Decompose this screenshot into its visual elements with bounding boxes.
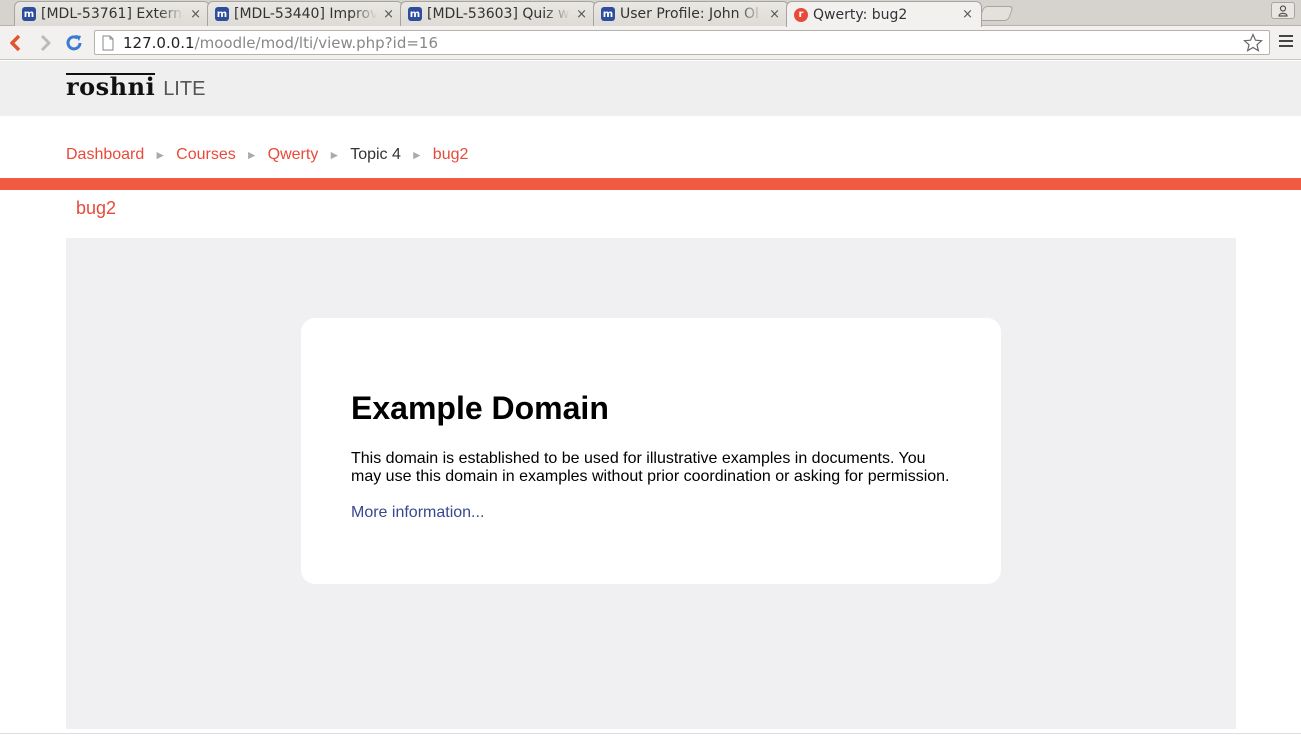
new-tab-button[interactable] (978, 6, 1014, 21)
moodle-tracker-icon: m (408, 7, 422, 21)
lti-content-frame[interactable]: Example Domain This domain is establishe… (66, 238, 1236, 729)
browser-tab[interactable]: m [MDL-53440] Improve × (207, 1, 403, 26)
more-information-link[interactable]: More information... (351, 504, 484, 521)
site-header: roshni LITE (0, 61, 1301, 116)
browser-tab-active[interactable]: r Qwerty: bug2 × (786, 1, 982, 27)
browser-toolbar: 127.0.0.1/moodle/mod/lti/view.php?id=16 (0, 26, 1301, 60)
brand-suffix: LITE (163, 78, 206, 100)
browser-tab[interactable]: m [MDL-53761] External tool × (14, 1, 210, 26)
back-button[interactable] (5, 32, 27, 54)
example-heading: Example Domain (351, 390, 609, 426)
browser-tab-strip: m [MDL-53761] External tool × m [MDL-534… (0, 0, 1301, 27)
breadcrumb: Dashboard ► Courses ► Qwerty ► Topic 4 ►… (66, 146, 468, 164)
site-logo[interactable]: roshni LITE (66, 73, 205, 101)
forward-button[interactable] (34, 32, 56, 54)
divider (0, 733, 1301, 734)
brand-name: roshni (66, 72, 156, 101)
breadcrumb-item-qwerty[interactable]: Qwerty (268, 146, 319, 164)
close-icon[interactable]: × (769, 7, 780, 22)
browser-tab-title: Qwerty: bug2 (813, 6, 908, 23)
url-path: /moodle/mod/lti/view.php?id=16 (194, 33, 438, 52)
page-icon (102, 35, 114, 50)
browser-tab-title: [MDL-53603] Quiz with (427, 6, 570, 22)
bookmark-star-icon[interactable] (1243, 33, 1263, 53)
close-icon[interactable]: × (190, 7, 201, 22)
reload-icon (66, 35, 82, 51)
close-icon[interactable]: × (576, 7, 587, 22)
browser-tab-title: [MDL-53440] Improve (234, 6, 378, 22)
person-icon (1278, 4, 1288, 17)
breadcrumb-item-courses[interactable]: Courses (176, 146, 236, 164)
address-bar[interactable]: 127.0.0.1/moodle/mod/lti/view.php?id=16 (94, 30, 1270, 55)
browser-tab[interactable]: m User Profile: John Ol × (593, 1, 789, 26)
breadcrumb-item-bug2[interactable]: bug2 (433, 146, 469, 164)
page-title: bug2 (76, 198, 117, 218)
breadcrumb-separator-icon: ► (328, 148, 341, 162)
browser-tab[interactable]: m [MDL-53603] Quiz with × (400, 1, 596, 26)
moodle-tracker-icon: m (215, 7, 229, 21)
breadcrumb-separator-icon: ► (154, 148, 167, 162)
example-paragraph: This domain is established to be used fo… (351, 450, 950, 485)
breadcrumb-item-topic: Topic 4 (350, 146, 401, 163)
roshni-icon: r (794, 7, 808, 22)
accent-bar (0, 178, 1301, 190)
profile-button[interactable] (1271, 2, 1295, 19)
example-domain-card: Example Domain This domain is establishe… (301, 318, 1001, 584)
breadcrumb-separator-icon: ► (410, 148, 423, 162)
close-icon[interactable]: × (383, 7, 394, 22)
url-host: 127.0.0.1 (123, 33, 195, 52)
back-arrow-icon (10, 34, 21, 52)
breadcrumb-item-dashboard[interactable]: Dashboard (66, 146, 144, 164)
browser-tab-title: [MDL-53761] External tool (41, 6, 184, 22)
close-icon[interactable]: × (962, 7, 973, 22)
forward-arrow-icon (40, 34, 51, 52)
moodle-tracker-icon: m (22, 7, 36, 21)
moodle-tracker-icon: m (601, 7, 615, 21)
browser-tab-title: User Profile: John Ol (620, 6, 759, 22)
breadcrumb-separator-icon: ► (245, 148, 258, 162)
browser-menu-icon[interactable] (1279, 35, 1293, 50)
reload-button[interactable] (63, 32, 85, 54)
